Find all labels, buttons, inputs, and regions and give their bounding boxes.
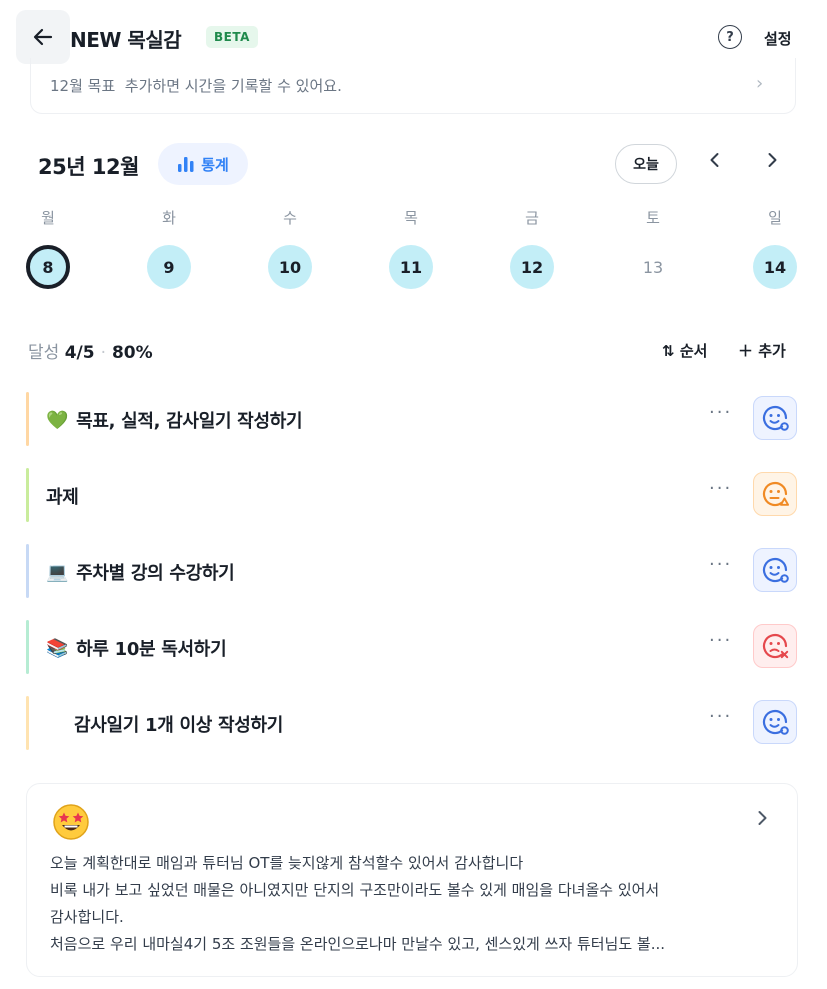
status-smile-blue-icon[interactable] [753,700,797,744]
add-task-button[interactable]: ＋ 추가 [738,340,786,361]
month-label: 25년 12월 [38,155,139,179]
diary-text-line: 비록 내가 보고 싶었던 매물은 아니였지만 단지의 구조만이라도 볼수 있게 … [50,881,660,899]
status-smile-blue-icon[interactable] [753,548,797,592]
sort-label: 순서 [679,342,708,360]
face-icon [762,481,790,507]
weekday-thu: 목 [404,209,418,227]
task-color-bar [26,392,29,446]
sort-icon: ⇅ [662,342,675,360]
task-item[interactable]: 💻 주차별 강의 수강하기 ··· [26,544,798,598]
settings-button[interactable]: 설정 [764,28,792,49]
day-13[interactable]: 13 [631,245,675,289]
day-9[interactable]: 9 [147,245,191,289]
stats-button[interactable]: 통계 [158,143,248,185]
task-color-bar [26,544,29,598]
task-label: 목표, 실적, 감사일기 작성하기 [76,411,303,432]
weekday-wed: 수 [283,209,297,227]
weekday-tue: 화 [162,209,176,227]
books-icon: 📚 [46,637,69,659]
task-label: 과제 [46,487,79,508]
task-color-bar [26,468,29,522]
help-icon[interactable]: ? [718,25,742,49]
beta-badge: BETA [206,26,258,48]
task-label: 하루 10분 독서하기 [76,639,227,660]
task-color-bar [26,696,29,750]
chevron-right-icon [768,153,777,167]
weekday-sun: 일 [768,209,782,227]
task-item[interactable]: 💚 목표, 실적, 감사일기 작성하기 ··· [26,392,798,446]
task-color-bar [26,620,29,674]
task-item[interactable]: 📚 하루 10분 독서하기 ··· [26,620,798,674]
more-options-icon[interactable]: ··· [709,402,732,423]
stats-label: 통계 [201,155,229,174]
day-8[interactable]: 8 [26,245,70,289]
prev-week-button[interactable] [705,150,725,175]
sort-button[interactable]: ⇅ 순서 [662,340,707,361]
achievement-label: 달성 [28,343,60,363]
task-label: 감사일기 1개 이상 작성하기 [74,715,283,736]
face-icon [762,557,789,583]
more-options-icon[interactable]: ··· [709,706,732,727]
day-11[interactable]: 11 [389,245,433,289]
diary-text-line: 오늘 계획한대로 매임과 튜터님 OT를 늦지않게 참석할수 있어서 감사합니다 [50,854,524,872]
more-options-icon[interactable]: ··· [709,554,732,575]
face-icon [762,709,789,735]
page-title: NEW 목실감 [70,28,182,52]
status-smile-blue-icon[interactable] [753,396,797,440]
weekday-mon: 월 [41,209,55,227]
day-14[interactable]: 14 [753,245,797,289]
task-label: 주차별 강의 수강하기 [76,563,235,584]
back-button[interactable] [16,10,70,64]
chevron-left-icon [710,153,719,167]
chevron-right-icon: › [756,73,764,94]
add-label: 추가 [758,342,786,360]
more-options-icon[interactable]: ··· [709,630,732,651]
achievement-count: 4/5 [64,343,95,363]
laptop-icon: 💻 [46,561,69,583]
face-icon [762,633,789,659]
star-struck-emoji-icon [52,803,90,841]
day-12[interactable]: 12 [510,245,554,289]
plus-icon: ＋ [738,342,754,360]
chevron-right-icon[interactable] [752,808,772,833]
face-icon [762,405,789,431]
monthly-goal-text: 12월 목표 추가하면 시간을 기록할 수 있어요. [50,77,342,95]
diary-text-line: 처음으로 우리 내마실4기 5조 조원들을 온라인으로나마 만날수 있고, 센스… [50,935,666,953]
achievement-summary: 달성 4/5 · 80% [28,343,153,363]
diary-text-line: 감사합니다. [50,908,124,926]
status-triangle-orange-icon[interactable] [753,472,797,516]
weekday-fri: 금 [525,209,539,227]
arrow-left-icon [33,28,53,46]
green-heart-icon: 💚 [46,409,69,431]
day-10[interactable]: 10 [268,245,312,289]
task-item-subtask[interactable]: 감사일기 1개 이상 작성하기 ··· [26,696,798,750]
bar-chart-icon [178,157,194,172]
more-options-icon[interactable]: ··· [709,478,732,499]
today-button[interactable]: 오늘 [615,144,677,184]
weekday-sat: 토 [646,209,660,227]
next-week-button[interactable] [762,150,782,175]
achievement-percent: 80% [111,343,153,363]
task-item[interactable]: 과제 ··· [26,468,798,522]
status-x-red-icon[interactable] [753,624,797,668]
